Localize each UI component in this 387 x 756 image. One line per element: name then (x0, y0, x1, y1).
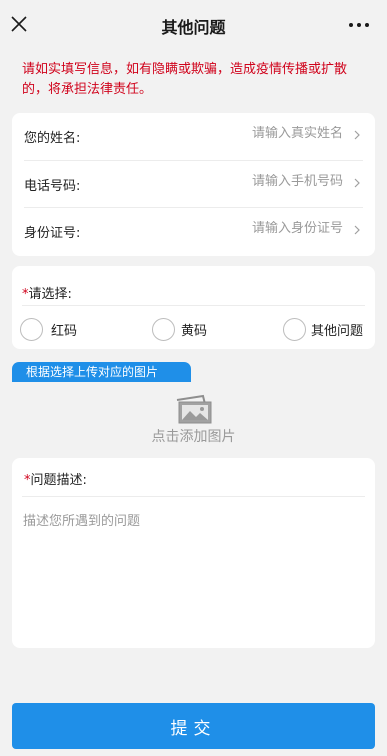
id-number-label: 身份证号: (24, 226, 81, 241)
choice-header: *请选择: (22, 266, 365, 306)
radio-label: 其他问题 (311, 323, 364, 339)
page-title: 其他问题 (161, 18, 226, 37)
problem-description-textarea[interactable] (23, 510, 363, 630)
more-dots-icon[interactable] (349, 23, 369, 28)
top-bar: 其他问题 (0, 0, 387, 50)
phone-input[interactable] (183, 174, 343, 189)
upload-hint: 点击添加图片 (151, 429, 236, 445)
chevron-right-icon (354, 130, 360, 140)
id-number-input[interactable] (183, 221, 343, 236)
submit-button[interactable]: 提交 (12, 703, 375, 749)
radio-option-yellow-code[interactable]: 黄码 (152, 317, 207, 341)
radio-button[interactable] (283, 317, 306, 341)
personal-info-card: 您的姓名: 电话号码: 身份证号: (12, 113, 375, 256)
choice-label: *请选择: (22, 283, 72, 302)
chevron-right-icon (354, 225, 360, 235)
name-input[interactable] (183, 126, 343, 141)
problem-description-card: *问题描述: (12, 458, 375, 648)
phone-row[interactable]: 电话号码: (24, 160, 363, 207)
id-number-row[interactable]: 身份证号: (24, 207, 363, 254)
name-label: 您的姓名: (24, 131, 81, 146)
dot (349, 23, 353, 27)
upload-image-area[interactable]: 点击添加图片 (12, 382, 375, 450)
phone-label: 电话号码: (24, 179, 81, 194)
name-row[interactable]: 您的姓名: (24, 113, 363, 160)
radio-label: 红码 (51, 323, 78, 339)
dot (357, 23, 361, 27)
radio-label: 黄码 (181, 323, 208, 339)
code-choice-card: *请选择: 红码 黄码 其他问题 (12, 266, 375, 349)
chevron-right-icon (354, 178, 360, 188)
dot (365, 23, 369, 27)
photo-icon[interactable] (171, 394, 217, 424)
choice-label-text: 请选择: (28, 287, 72, 302)
radio-option-red-code[interactable]: 红码 (20, 317, 77, 341)
description-label: *问题描述: (24, 469, 87, 488)
radio-option-other[interactable]: 其他问题 (283, 317, 363, 341)
radio-button[interactable] (20, 317, 43, 341)
description-header: *问题描述: (22, 458, 365, 497)
legal-notice: 请如实填写信息，如有隐瞒或欺骗，造成疫情传播或扩散的，将承担法律责任。 (22, 62, 348, 97)
radio-button[interactable] (152, 317, 175, 341)
upload-tag: 根据选择上传对应的图片 (12, 362, 191, 382)
description-label-text: 问题描述: (30, 473, 87, 488)
